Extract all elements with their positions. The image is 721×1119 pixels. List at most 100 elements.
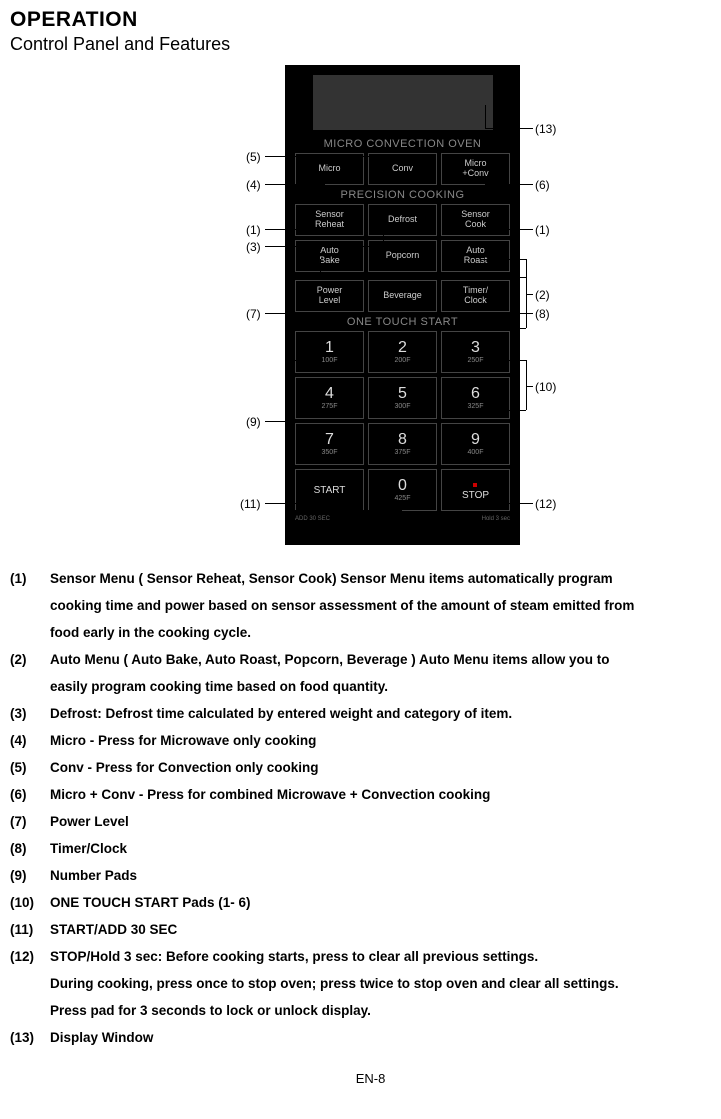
keypad-9[interactable]: 9400F [441, 423, 510, 465]
leader-line [485, 128, 533, 129]
desc-text-3: Defrost: Defrost time calculated by ente… [50, 700, 721, 727]
popcorn-button[interactable]: Popcorn [368, 240, 437, 272]
desc-num-8: (8) [10, 835, 50, 862]
defrost-button[interactable]: Defrost [368, 204, 437, 236]
desc-text-2b: easily program cooking time based on foo… [50, 673, 721, 700]
desc-text-4: Micro - Press for Microwave only cooking [50, 727, 721, 754]
control-panel-diagram: MICRO CONVECTION OVEN Micro Conv Micro +… [10, 65, 721, 555]
label: 9 [471, 432, 480, 448]
leader-line [485, 503, 533, 504]
callout-2: (2) [535, 288, 550, 302]
stop-indicator-icon [473, 479, 479, 490]
desc-text-6: Micro + Conv - Press for combined Microw… [50, 781, 721, 808]
control-panel: MICRO CONVECTION OVEN Micro Conv Micro +… [285, 65, 520, 545]
desc-text-12b: During cooking, press once to stop oven;… [50, 970, 721, 997]
label: 325F [468, 403, 484, 411]
start-sublabel: ADD 30 SEC [295, 516, 362, 522]
section-one-touch-start: ONE TOUCH START [295, 316, 510, 328]
keypad-2[interactable]: 2200F [368, 331, 437, 373]
leader-line [265, 503, 320, 504]
desc-text-1c: food early in the cooking cycle. [50, 619, 721, 646]
desc-num-6: (6) [10, 781, 50, 808]
keypad-1[interactable]: 1100F [295, 331, 364, 373]
desc-text-7: Power Level [50, 808, 721, 835]
desc-text-1: Sensor Menu ( Sensor Reheat, Sensor Cook… [50, 565, 721, 592]
desc-text-1b: cooking time and power based on sensor a… [50, 592, 721, 619]
desc-num-3: (3) [10, 700, 50, 727]
label: 5 [398, 386, 407, 402]
keypad-5[interactable]: 5300F [368, 377, 437, 419]
leader-line [526, 294, 533, 295]
label: 250F [468, 357, 484, 365]
sensor-reheat-button[interactable]: Sensor Reheat [295, 204, 364, 236]
leader-line [526, 386, 533, 387]
leader-line [526, 360, 527, 410]
start-button[interactable]: START [295, 469, 364, 511]
keypad-6[interactable]: 6325F [441, 377, 510, 419]
micro-button[interactable]: Micro [295, 153, 364, 185]
desc-num-9: (9) [10, 862, 50, 889]
leader-line [485, 313, 533, 314]
leader-line [404, 328, 526, 329]
keypad-3[interactable]: 3250F [441, 331, 510, 373]
label: 2 [398, 340, 407, 356]
desc-num-11: (11) [10, 916, 50, 943]
desc-num-12: (12) [10, 943, 50, 970]
keypad-8[interactable]: 8375F [368, 423, 437, 465]
keypad-4[interactable]: 4275F [295, 377, 364, 419]
label: 4 [325, 386, 334, 402]
callout-7: (7) [246, 307, 261, 321]
keypad-0[interactable]: 0425F [368, 469, 437, 511]
leader-line [485, 229, 533, 230]
callout-8: (8) [535, 307, 550, 321]
callout-5: (5) [246, 150, 261, 164]
label: Roast [464, 256, 488, 266]
auto-roast-button[interactable]: Auto Roast [441, 240, 510, 272]
timer-clock-button[interactable]: Timer/ Clock [441, 280, 510, 312]
desc-text-5: Conv - Press for Convection only cooking [50, 754, 721, 781]
desc-num-7: (7) [10, 808, 50, 835]
leader-line [480, 259, 526, 260]
leader-line [490, 360, 526, 361]
beverage-button[interactable]: Beverage [368, 280, 437, 312]
label: Level [319, 296, 341, 306]
callout-9: (9) [246, 415, 261, 429]
page-number: EN-8 [10, 1071, 721, 1086]
conv-button[interactable]: Conv [368, 153, 437, 185]
label: START [314, 485, 346, 496]
leader-line [485, 105, 486, 129]
leader-line [290, 360, 291, 510]
leader-line [485, 184, 533, 185]
label: 6 [471, 386, 480, 402]
desc-text-9: Number Pads [50, 862, 721, 889]
keypad-7[interactable]: 7350F [295, 423, 364, 465]
label: +Conv [462, 169, 488, 179]
stop-button[interactable]: STOP [441, 469, 510, 511]
page-subtitle: Control Panel and Features [10, 34, 721, 55]
auto-bake-button[interactable]: Auto Bake [295, 240, 364, 272]
description-list: (1)Sensor Menu ( Sensor Reheat, Sensor C… [10, 565, 721, 1051]
sensor-cook-button[interactable]: Sensor Cook [441, 204, 510, 236]
desc-text-12c: Press pad for 3 seconds to lock or unloc… [50, 997, 721, 1024]
power-level-button[interactable]: Power Level [295, 280, 364, 312]
callout-4: (4) [246, 178, 261, 192]
desc-text-11: START/ADD 30 SEC [50, 916, 721, 943]
section-micro-convection: MICRO CONVECTION OVEN [295, 138, 510, 150]
leader-line [265, 229, 325, 230]
callout-11: (11) [240, 497, 260, 511]
desc-text-10: ONE TOUCH START Pads (1- 6) [50, 889, 721, 916]
callout-10: (10) [535, 380, 556, 394]
leader-line [265, 156, 400, 157]
callout-1-right: (1) [535, 223, 550, 237]
label: 7 [325, 432, 334, 448]
callout-13: (13) [535, 122, 556, 136]
leader-line [265, 421, 290, 422]
desc-text-12: STOP/Hold 3 sec: Before cooking starts, … [50, 943, 721, 970]
callout-12: (12) [535, 497, 556, 511]
desc-text-2: Auto Menu ( Auto Bake, Auto Roast, Popco… [50, 646, 721, 673]
label: 0 [398, 478, 407, 494]
desc-num-10: (10) [10, 889, 50, 916]
leader-line [290, 510, 402, 511]
micro-conv-button[interactable]: Micro +Conv [441, 153, 510, 185]
leader-line [265, 313, 325, 314]
